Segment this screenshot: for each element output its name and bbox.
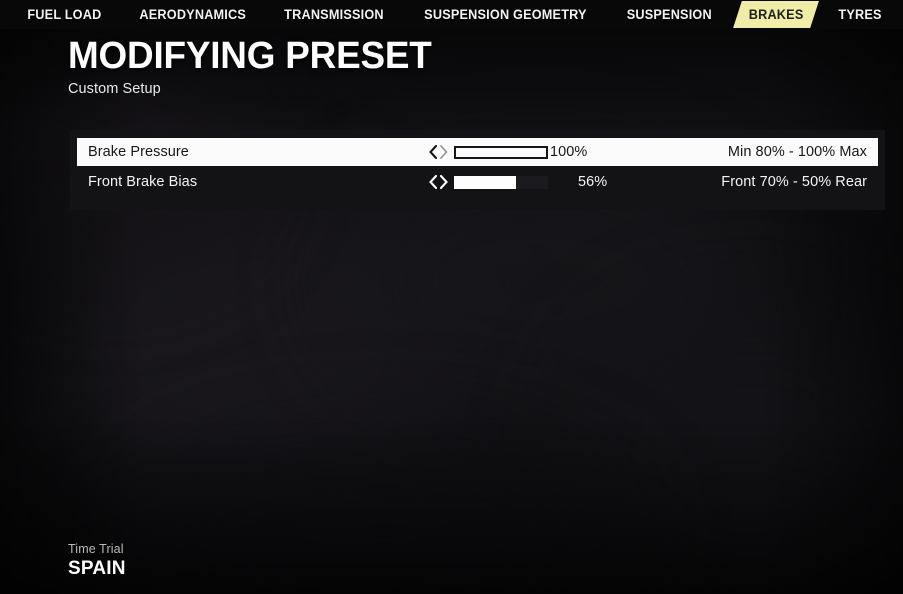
setting-label: Brake Pressure [88, 144, 189, 160]
setting-control: 100% [429, 144, 587, 160]
page-title: MODIFYING PRESET [68, 35, 432, 77]
tab-brakes[interactable]: BRAKES [732, 0, 819, 29]
tab-label: BRAKES [748, 7, 804, 22]
page-heading: MODIFYING PRESET Custom Setup [68, 34, 443, 98]
stepper-arrows [429, 145, 448, 159]
tab-label: TRANSMISSION [284, 7, 385, 22]
value-bar-fill [456, 148, 546, 157]
value-bar-track[interactable] [454, 175, 548, 189]
tab-tyres[interactable]: TYRES [823, 0, 896, 29]
tab-label: TYRES [838, 7, 882, 22]
setting-row-front-brake-bias[interactable]: Front Brake Bias 56% Front 70% - 50% Rea… [77, 168, 878, 196]
tab-label: AERODYNAMICS [139, 7, 246, 22]
setting-range-hint: Min 80% - 100% Max [727, 144, 867, 160]
session-mode-label: Time Trial [68, 542, 124, 556]
tab-label: SUSPENSION [626, 7, 713, 22]
category-tab-list: FUEL LOAD AERODYNAMICS TRANSMISSION SUSP… [9, 0, 899, 29]
setting-value: 100% [550, 144, 588, 160]
increase-arrow-icon[interactable] [440, 145, 448, 159]
setup-settings-panel: Brake Pressure 100% Min 80% - 100% Max F… [70, 130, 885, 210]
increase-arrow-icon[interactable] [440, 175, 448, 189]
tab-label: FUEL LOAD [27, 7, 102, 22]
stepper-arrows [429, 175, 448, 189]
decrease-arrow-icon[interactable] [429, 175, 437, 189]
tab-suspension[interactable]: SUSPENSION [612, 0, 727, 29]
setting-value: 56% [578, 174, 608, 190]
session-footer: Time Trial SPAIN [68, 542, 126, 580]
tab-fuel-load[interactable]: FUEL LOAD [12, 0, 116, 29]
page-subtitle: Custom Setup [68, 81, 161, 97]
setting-label: Front Brake Bias [88, 174, 198, 190]
category-navbar: FUEL LOAD AERODYNAMICS TRANSMISSION SUSP… [0, 0, 903, 29]
value-bar-fill [454, 175, 517, 189]
setting-control: 56% [429, 174, 607, 190]
tab-aerodynamics[interactable]: AERODYNAMICS [124, 0, 261, 29]
game-setup-screen: FUEL LOAD AERODYNAMICS TRANSMISSION SUSP… [0, 0, 903, 594]
decrease-arrow-icon[interactable] [429, 145, 437, 159]
tab-label: SUSPENSION GEOMETRY [424, 7, 588, 22]
tab-suspension-geometry[interactable]: SUSPENSION GEOMETRY [409, 0, 602, 29]
setting-row-brake-pressure[interactable]: Brake Pressure 100% Min 80% - 100% Max [77, 138, 878, 166]
session-track-label: SPAIN [68, 558, 126, 579]
setting-range-hint: Front 70% - 50% Rear [721, 174, 867, 190]
tab-transmission[interactable]: TRANSMISSION [270, 0, 400, 29]
value-bar-track[interactable] [454, 145, 548, 159]
